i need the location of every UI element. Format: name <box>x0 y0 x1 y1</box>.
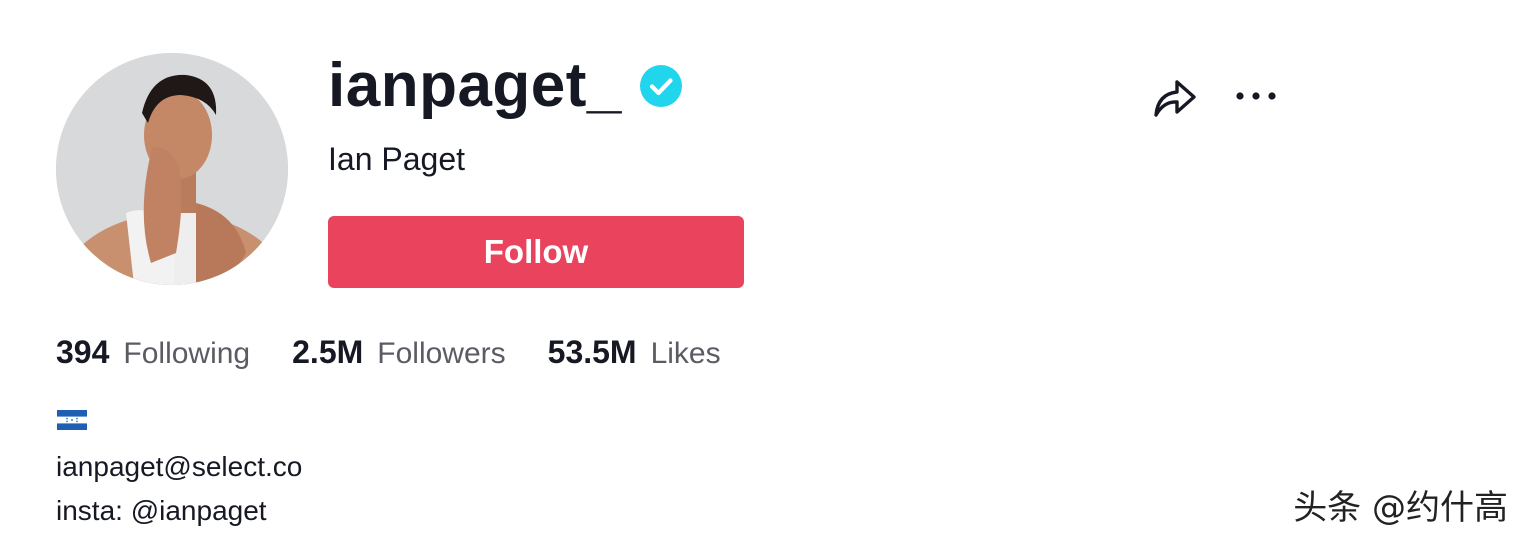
stat-label: Likes <box>650 337 721 370</box>
stats-row: 394 Following 2.5M Followers 53.5M Likes <box>56 334 763 378</box>
stat-value: 394 <box>56 334 110 370</box>
stat-followers[interactable]: 2.5M Followers <box>292 334 506 371</box>
verified-badge-icon <box>639 65 682 107</box>
more-options-icon[interactable] <box>1234 88 1280 104</box>
avatar[interactable] <box>56 53 288 285</box>
honduras-flag-icon <box>57 410 87 430</box>
stat-value: 53.5M <box>547 334 637 370</box>
share-icon[interactable] <box>1150 72 1200 120</box>
stat-likes: 53.5M Likes <box>548 334 721 371</box>
follow-button[interactable]: Follow <box>328 216 744 288</box>
username: ianpaget_ <box>328 51 622 120</box>
avatar-image <box>56 53 288 285</box>
bio-email: ianpaget@select.co <box>56 451 303 482</box>
stat-following[interactable]: 394 Following <box>56 334 250 371</box>
stat-value: 2.5M <box>292 334 364 370</box>
display-name: Ian Paget <box>328 141 465 177</box>
stat-label: Following <box>123 337 251 370</box>
bio-insta: insta: @ianpaget <box>56 495 267 526</box>
username-row: ianpaget_ <box>328 46 682 126</box>
watermark: 头条 @约什高 <box>1293 488 1508 528</box>
stat-label: Followers <box>377 337 506 370</box>
